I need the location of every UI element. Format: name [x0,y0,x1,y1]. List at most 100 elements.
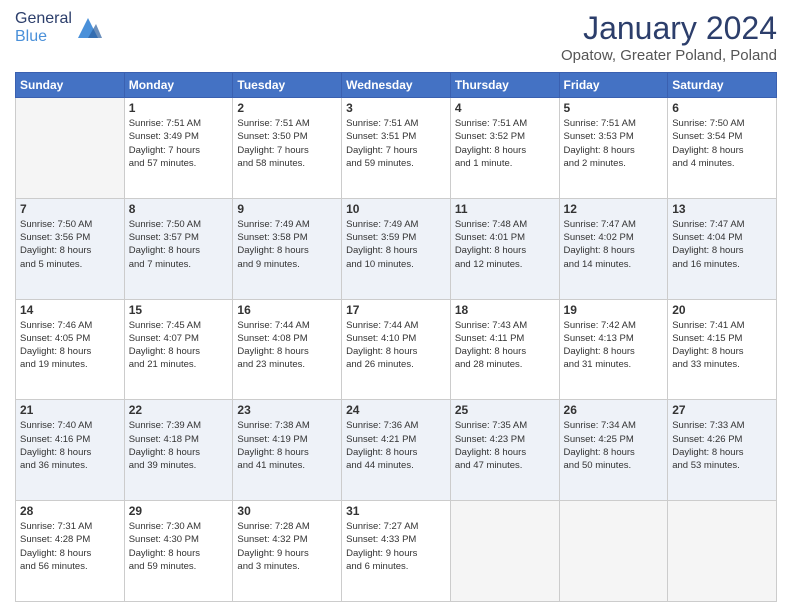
page: General Blue January 2024 Opatow, Greate… [0,0,792,612]
day-number: 18 [455,303,555,317]
day-info: Sunrise: 7:51 AM Sunset: 3:50 PM Dayligh… [237,117,337,170]
day-number: 11 [455,202,555,216]
col-tuesday: Tuesday [233,73,342,98]
table-row: 12 Sunrise: 7:47 AM Sunset: 4:02 PM Dayli… [559,198,668,299]
location: Opatow, Greater Poland, Poland [561,47,777,64]
day-info: Sunrise: 7:43 AM Sunset: 4:11 PM Dayligh… [455,319,555,372]
day-number: 30 [237,504,337,518]
table-row: 1 Sunrise: 7:51 AM Sunset: 3:49 PM Daylig… [124,98,233,199]
day-info: Sunrise: 7:49 AM Sunset: 3:58 PM Dayligh… [237,218,337,271]
day-number: 16 [237,303,337,317]
day-info: Sunrise: 7:51 AM Sunset: 3:52 PM Dayligh… [455,117,555,170]
day-number: 22 [129,403,229,417]
table-row: 30 Sunrise: 7:28 AM Sunset: 4:32 PM Dayli… [233,501,342,602]
day-info: Sunrise: 7:27 AM Sunset: 4:33 PM Dayligh… [346,520,446,573]
day-info: Sunrise: 7:40 AM Sunset: 4:16 PM Dayligh… [20,419,120,472]
day-number: 21 [20,403,120,417]
day-number: 12 [564,202,664,216]
day-number: 17 [346,303,446,317]
day-info: Sunrise: 7:48 AM Sunset: 4:01 PM Dayligh… [455,218,555,271]
day-number: 13 [672,202,772,216]
table-row: 19 Sunrise: 7:42 AM Sunset: 4:13 PM Dayli… [559,299,668,400]
calendar-table: Sunday Monday Tuesday Wednesday Thursday… [15,72,777,602]
day-number: 3 [346,101,446,115]
day-info: Sunrise: 7:50 AM Sunset: 3:56 PM Dayligh… [20,218,120,271]
col-wednesday: Wednesday [342,73,451,98]
table-row: 10Sunrise: 7:49 AM Sunset: 3:59 PM Dayli… [342,198,451,299]
table-row: 15Sunrise: 7:45 AM Sunset: 4:07 PM Dayli… [124,299,233,400]
table-row [668,501,777,602]
table-row: 26 Sunrise: 7:34 AM Sunset: 4:25 PM Dayli… [559,400,668,501]
day-number: 19 [564,303,664,317]
day-number: 27 [672,403,772,417]
day-number: 25 [455,403,555,417]
col-sunday: Sunday [16,73,125,98]
header-row: Sunday Monday Tuesday Wednesday Thursday… [16,73,777,98]
day-number: 24 [346,403,446,417]
day-info: Sunrise: 7:50 AM Sunset: 3:54 PM Dayligh… [672,117,772,170]
table-row: 21 Sunrise: 7:40 AM Sunset: 4:16 PM Dayli… [16,400,125,501]
day-number: 1 [129,101,229,115]
day-info: Sunrise: 7:42 AM Sunset: 4:13 PM Dayligh… [564,319,664,372]
table-row: 29 Sunrise: 7:30 AM Sunset: 4:30 PM Dayli… [124,501,233,602]
table-row: 31Sunrise: 7:27 AM Sunset: 4:33 PM Dayli… [342,501,451,602]
day-info: Sunrise: 7:47 AM Sunset: 4:02 PM Dayligh… [564,218,664,271]
header: General Blue January 2024 Opatow, Greate… [15,10,777,64]
table-row: 17 Sunrise: 7:44 AM Sunset: 4:10 PM Dayli… [342,299,451,400]
table-row: 18 Sunrise: 7:43 AM Sunset: 4:11 PM Dayli… [450,299,559,400]
logo-text: General Blue [15,10,102,46]
col-friday: Friday [559,73,668,98]
day-number: 9 [237,202,337,216]
logo: General Blue [15,10,102,46]
day-number: 15 [129,303,229,317]
table-row: 25 Sunrise: 7:35 AM Sunset: 4:23 PM Dayli… [450,400,559,501]
table-row: 13 Sunrise: 7:47 AM Sunset: 4:04 PM Dayli… [668,198,777,299]
day-info: Sunrise: 7:44 AM Sunset: 4:10 PM Dayligh… [346,319,446,372]
day-number: 4 [455,101,555,115]
calendar-week-5: 28Sunrise: 7:31 AM Sunset: 4:28 PM Dayli… [16,501,777,602]
day-info: Sunrise: 7:41 AM Sunset: 4:15 PM Dayligh… [672,319,772,372]
table-row: 24Sunrise: 7:36 AM Sunset: 4:21 PM Dayli… [342,400,451,501]
day-info: Sunrise: 7:33 AM Sunset: 4:26 PM Dayligh… [672,419,772,472]
table-row: 22 Sunrise: 7:39 AM Sunset: 4:18 PM Dayli… [124,400,233,501]
month-title: January 2024 [561,10,777,47]
day-number: 6 [672,101,772,115]
day-info: Sunrise: 7:30 AM Sunset: 4:30 PM Dayligh… [129,520,229,573]
col-saturday: Saturday [668,73,777,98]
day-info: Sunrise: 7:39 AM Sunset: 4:18 PM Dayligh… [129,419,229,472]
table-row: 14Sunrise: 7:46 AM Sunset: 4:05 PM Dayli… [16,299,125,400]
col-thursday: Thursday [450,73,559,98]
day-info: Sunrise: 7:49 AM Sunset: 3:59 PM Dayligh… [346,218,446,271]
day-info: Sunrise: 7:51 AM Sunset: 3:51 PM Dayligh… [346,117,446,170]
day-info: Sunrise: 7:44 AM Sunset: 4:08 PM Dayligh… [237,319,337,372]
table-row [16,98,125,199]
logo-icon [74,14,102,42]
table-row: 28Sunrise: 7:31 AM Sunset: 4:28 PM Dayli… [16,501,125,602]
day-info: Sunrise: 7:38 AM Sunset: 4:19 PM Dayligh… [237,419,337,472]
table-row: 8Sunrise: 7:50 AM Sunset: 3:57 PM Daylig… [124,198,233,299]
day-info: Sunrise: 7:35 AM Sunset: 4:23 PM Dayligh… [455,419,555,472]
day-number: 14 [20,303,120,317]
table-row: 27 Sunrise: 7:33 AM Sunset: 4:26 PM Dayli… [668,400,777,501]
day-info: Sunrise: 7:28 AM Sunset: 4:32 PM Dayligh… [237,520,337,573]
day-number: 8 [129,202,229,216]
logo-blue: Blue [15,28,72,46]
day-number: 29 [129,504,229,518]
logo-general: General [15,10,72,28]
table-row: 9 Sunrise: 7:49 AM Sunset: 3:58 PM Daylig… [233,198,342,299]
calendar-week-4: 21 Sunrise: 7:40 AM Sunset: 4:16 PM Dayli… [16,400,777,501]
day-number: 23 [237,403,337,417]
table-row: 3 Sunrise: 7:51 AM Sunset: 3:51 PM Daylig… [342,98,451,199]
day-info: Sunrise: 7:34 AM Sunset: 4:25 PM Dayligh… [564,419,664,472]
table-row: 16 Sunrise: 7:44 AM Sunset: 4:08 PM Dayli… [233,299,342,400]
table-row: 5 Sunrise: 7:51 AM Sunset: 3:53 PM Daylig… [559,98,668,199]
table-row: 2 Sunrise: 7:51 AM Sunset: 3:50 PM Daylig… [233,98,342,199]
day-info: Sunrise: 7:51 AM Sunset: 3:53 PM Dayligh… [564,117,664,170]
day-number: 26 [564,403,664,417]
calendar-week-3: 14Sunrise: 7:46 AM Sunset: 4:05 PM Dayli… [16,299,777,400]
table-row [450,501,559,602]
day-info: Sunrise: 7:51 AM Sunset: 3:49 PM Dayligh… [129,117,229,170]
day-number: 2 [237,101,337,115]
day-info: Sunrise: 7:47 AM Sunset: 4:04 PM Dayligh… [672,218,772,271]
day-number: 5 [564,101,664,115]
